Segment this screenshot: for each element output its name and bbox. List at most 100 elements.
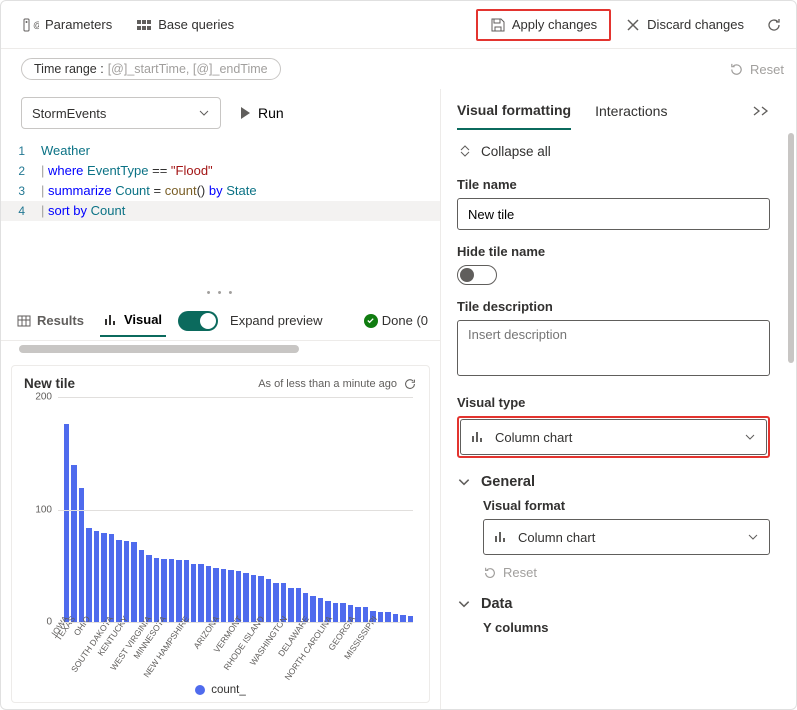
done-label: Done (0 <box>382 313 428 328</box>
apply-changes-button[interactable]: Apply changes <box>476 9 611 41</box>
datasource-select[interactable]: StormEvents <box>21 97 221 129</box>
time-range-pill[interactable]: Time range : [@]_startTime, [@]_endTime <box>21 58 281 80</box>
section-data-label: Data <box>481 596 512 612</box>
bar[interactable] <box>64 424 69 622</box>
run-label: Run <box>258 105 284 121</box>
discard-changes-button[interactable]: Discard changes <box>615 11 754 39</box>
base-queries-button[interactable]: Base queries <box>126 11 244 39</box>
bar[interactable] <box>86 528 91 623</box>
y-tick: 200 <box>35 392 52 403</box>
collapse-all-button[interactable]: Collapse all <box>457 133 770 169</box>
discard-changes-label: Discard changes <box>647 17 744 32</box>
reset-general-label: Reset <box>503 565 537 580</box>
bar[interactable] <box>251 575 256 622</box>
bar[interactable] <box>198 564 203 623</box>
visual-format-value: Column chart <box>518 530 595 545</box>
collapse-all-label: Collapse all <box>481 144 551 159</box>
bar[interactable] <box>393 614 398 622</box>
top-toolbar: @ Parameters Base queries Apply changes … <box>1 1 796 49</box>
bar[interactable] <box>243 573 248 623</box>
visual-type-label: Visual type <box>457 395 770 410</box>
tab-visual-formatting[interactable]: Visual formatting <box>457 92 571 130</box>
chevron-down-icon <box>198 107 210 119</box>
bar[interactable] <box>221 569 226 622</box>
bar[interactable] <box>94 531 99 622</box>
expand-preview-toggle[interactable] <box>178 311 218 331</box>
right-tabs: Visual formatting Interactions <box>457 89 774 133</box>
check-icon <box>364 314 378 328</box>
reset-general-button[interactable]: Reset <box>483 565 537 580</box>
status-done: Done (0 <box>364 313 428 328</box>
bar[interactable] <box>146 555 151 623</box>
bar[interactable] <box>184 560 189 622</box>
tile-description-label: Tile description <box>457 299 770 314</box>
bar[interactable] <box>101 533 106 622</box>
y-tick: 100 <box>35 504 52 515</box>
resize-handle[interactable]: • • • <box>1 285 440 301</box>
bar[interactable] <box>228 570 233 622</box>
run-button[interactable]: Run <box>233 99 292 127</box>
vertical-scrollbar[interactable] <box>786 89 796 709</box>
legend-label: count_ <box>211 684 246 696</box>
bar[interactable] <box>116 540 121 622</box>
bar[interactable] <box>139 550 144 622</box>
bar[interactable] <box>131 542 136 622</box>
tab-results-label: Results <box>37 313 84 328</box>
time-range-label: Time range : <box>34 62 104 76</box>
bar[interactable] <box>288 588 293 622</box>
refresh-button[interactable] <box>764 15 784 35</box>
chevron-down-icon <box>744 431 756 443</box>
tile-name-input[interactable] <box>457 198 770 230</box>
tile-refresh-icon[interactable] <box>403 377 417 391</box>
parameters-button[interactable]: @ Parameters <box>13 11 122 39</box>
visual-type-select[interactable]: Column chart <box>460 419 767 455</box>
horizontal-scrollbar[interactable] <box>13 345 428 355</box>
time-range-value: [@]_startTime, [@]_endTime <box>108 62 268 76</box>
chevron-down-icon <box>747 531 759 543</box>
bar[interactable] <box>154 558 159 622</box>
tab-visual[interactable]: Visual <box>100 304 166 337</box>
reset-button[interactable]: Reset <box>729 62 784 77</box>
bar[interactable] <box>266 579 271 622</box>
bar[interactable] <box>161 559 166 622</box>
bar[interactable] <box>176 560 181 622</box>
more-tabs-button[interactable] <box>748 101 774 121</box>
tab-results[interactable]: Results <box>13 305 88 336</box>
chevron-down-icon <box>457 597 471 611</box>
right-pane: Visual formatting Interactions Collapse … <box>441 89 796 709</box>
hide-tile-name-toggle[interactable] <box>457 265 497 285</box>
bar[interactable] <box>71 465 76 623</box>
expand-preview-label: Expand preview <box>230 313 323 328</box>
bar[interactable] <box>191 564 196 623</box>
tile-title: New tile <box>24 376 75 391</box>
column-chart-icon <box>494 530 508 544</box>
chart-legend: count_ <box>24 682 417 696</box>
parameters-icon: @ <box>23 17 39 33</box>
section-general[interactable]: General <box>457 474 770 490</box>
bar[interactable] <box>385 612 390 622</box>
result-tabs: Results Visual Expand preview Done (0 <box>1 301 440 341</box>
y-tick: 0 <box>46 617 52 628</box>
tile-description-input[interactable] <box>457 320 770 376</box>
bar[interactable] <box>206 566 211 622</box>
tile-name-label: Tile name <box>457 177 770 192</box>
bar[interactable] <box>400 615 405 622</box>
bar[interactable] <box>169 559 174 622</box>
bar[interactable] <box>79 488 84 622</box>
datasource-value: StormEvents <box>32 106 106 121</box>
tab-interactions[interactable]: Interactions <box>595 93 667 129</box>
bar[interactable] <box>310 596 315 622</box>
base-queries-label: Base queries <box>158 17 234 32</box>
bar[interactable] <box>273 583 278 622</box>
parameters-label: Parameters <box>45 17 112 32</box>
legend-swatch <box>195 685 205 695</box>
visual-format-select[interactable]: Column chart <box>483 519 770 555</box>
hide-tile-name-label: Hide tile name <box>457 244 770 259</box>
chart-icon <box>104 313 118 327</box>
chart-area: 0100200 IOWATEXASOHIOSOUTH DAKOTAKENTUCK… <box>24 391 417 682</box>
bar[interactable] <box>124 541 129 622</box>
query-editor[interactable]: 1Weather2| where EventType == "Flood"3| … <box>1 137 440 225</box>
bar[interactable] <box>109 534 114 622</box>
section-general-label: General <box>481 474 535 490</box>
section-data[interactable]: Data <box>457 596 770 612</box>
